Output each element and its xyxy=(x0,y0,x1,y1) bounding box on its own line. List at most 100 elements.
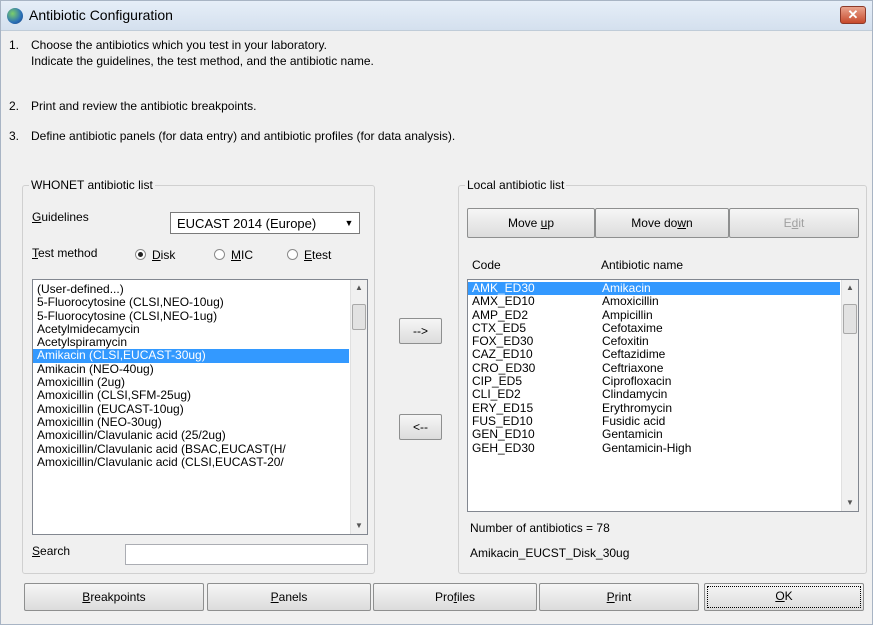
list-item[interactable]: Amoxicillin/Clavulanic acid (BSAC,EUCAST… xyxy=(33,443,349,456)
name-cell: Erythromycin xyxy=(602,400,673,415)
code-cell: AMP_ED2 xyxy=(472,307,529,322)
radio-dot-icon xyxy=(214,249,225,260)
radio-mic[interactable]: MIC xyxy=(214,248,253,262)
name-column-header: Antibiotic name xyxy=(601,258,684,272)
list-item[interactable]: Amoxicillin/Clavulanic acid (25/2ug) xyxy=(33,429,349,442)
code-cell: ERY_ED15 xyxy=(472,400,534,415)
edit-button[interactable]: Edit xyxy=(729,208,859,238)
guidelines-label: Guidelines xyxy=(32,210,89,224)
step-3: 3. Define antibiotic panels (for data en… xyxy=(9,129,809,145)
code-cell: CRO_ED30 xyxy=(472,360,536,375)
list-item[interactable]: Amoxicillin (2ug) xyxy=(33,376,349,389)
title-bar[interactable]: Antibiotic Configuration ✕ xyxy=(1,1,872,31)
whonet-list-scrollbar[interactable]: ▲ ▼ xyxy=(350,280,367,534)
name-cell: Gentamicin-High xyxy=(602,440,692,455)
code-cell: AMX_ED10 xyxy=(472,294,535,309)
scroll-up-icon[interactable]: ▲ xyxy=(351,280,367,296)
name-cell: Ceftriaxone xyxy=(602,360,664,375)
search-input[interactable] xyxy=(125,544,368,565)
name-cell: Cefotaxime xyxy=(602,320,663,335)
name-cell: Cefoxitin xyxy=(602,334,649,349)
radio-dot-icon xyxy=(135,249,146,260)
table-row[interactable]: FUS_ED10 Fusidic acid xyxy=(468,413,840,428)
scroll-thumb[interactable] xyxy=(843,304,857,334)
table-row[interactable]: AMX_ED10 Amoxicillin xyxy=(468,294,840,309)
radio-etest[interactable]: Etest xyxy=(287,248,331,262)
guidelines-value: EUCAST 2014 (Europe) xyxy=(177,216,317,231)
list-item[interactable]: Amoxicillin (CLSI,SFM-25ug) xyxy=(33,389,349,402)
whonet-antibiotic-list[interactable]: (User-defined...) 5-Fluorocytosine (CLSI,… xyxy=(32,279,368,535)
table-row[interactable]: FOX_ED30 Cefoxitin xyxy=(468,334,840,349)
code-cell: GEN_ED10 xyxy=(472,427,535,442)
name-cell: Clindamycin xyxy=(602,387,668,402)
list-item[interactable]: Amikacin (NEO-40ug) xyxy=(33,363,349,376)
list-item[interactable]: Acetylmidecamycin xyxy=(33,323,349,336)
table-row[interactable]: AMP_ED2 Ampicillin xyxy=(468,307,840,322)
table-row[interactable]: CAZ_ED10 Ceftazidime xyxy=(468,347,840,362)
code-cell: GEH_ED30 xyxy=(472,440,535,455)
code-cell: FUS_ED10 xyxy=(472,413,533,428)
list-item[interactable]: (User-defined...) xyxy=(33,283,349,296)
code-cell: CAZ_ED10 xyxy=(472,347,533,362)
code-cell: AMK_ED30 xyxy=(472,281,535,295)
table-row[interactable]: CTX_ED5 Cefotaxime xyxy=(468,320,840,335)
group-label: Local antibiotic list xyxy=(465,178,567,192)
name-cell: Gentamicin xyxy=(602,427,663,442)
list-item[interactable]: Amoxicillin (NEO-30ug) xyxy=(33,416,349,429)
code-cell: CTX_ED5 xyxy=(472,320,527,335)
table-row[interactable]: ERY_ED15 Erythromycin xyxy=(468,400,840,415)
group-label: WHONET antibiotic list xyxy=(29,178,155,192)
search-label: Search xyxy=(32,544,71,558)
table-row[interactable]: GEH_ED30 Gentamicin-High xyxy=(468,440,840,455)
table-row[interactable]: CLI_ED2 Clindamycin xyxy=(468,387,840,402)
step-number: 3. xyxy=(9,129,20,143)
antibiotic-count: Number of antibiotics = 78 xyxy=(470,521,610,535)
scroll-up-icon[interactable]: ▲ xyxy=(842,280,858,296)
breakpoints-button[interactable]: Breakpoints xyxy=(24,583,204,611)
list-item[interactable]: Amoxicillin (EUCAST-10ug) xyxy=(33,403,349,416)
list-item[interactable]: 5-Fluorocytosine (CLSI,NEO-10ug) xyxy=(33,296,349,309)
list-item[interactable]: Amikacin (CLSI,EUCAST-30ug) xyxy=(33,349,349,363)
name-cell: Ampicillin xyxy=(602,307,653,322)
test-method-label: Test method xyxy=(32,246,98,260)
code-cell: CLI_ED2 xyxy=(472,387,521,402)
panels-button[interactable]: Panels xyxy=(207,583,371,611)
chevron-down-icon[interactable]: ▼ xyxy=(341,215,357,231)
profiles-button[interactable]: Profiles xyxy=(373,583,537,611)
table-row[interactable]: AMK_ED30 Amikacin xyxy=(468,281,840,296)
scroll-down-icon[interactable]: ▼ xyxy=(351,518,367,534)
scroll-down-icon[interactable]: ▼ xyxy=(842,495,858,511)
print-button[interactable]: Print xyxy=(539,583,699,611)
close-button[interactable]: ✕ xyxy=(840,6,866,24)
name-cell: Ceftazidime xyxy=(602,347,666,362)
selected-antibiotic-desc: Amikacin_EUCST_Disk_30ug xyxy=(470,546,630,560)
step-text: Indicate the guidelines, the test method… xyxy=(31,54,374,68)
move-down-button[interactable]: Move down xyxy=(595,208,729,238)
move-up-button[interactable]: Move up xyxy=(467,208,595,238)
local-antibiotic-list[interactable]: AMK_ED30 Amikacin AMX_ED10 Amoxicillin AMP_E… xyxy=(467,279,859,512)
code-column-header: Code xyxy=(472,258,501,272)
antibiotic-config-window: Antibiotic Configuration ✕ 1. Choose the… xyxy=(0,0,873,625)
table-row[interactable]: CRO_ED30 Ceftriaxone xyxy=(468,360,840,375)
code-cell: FOX_ED30 xyxy=(472,334,534,349)
list-item[interactable]: 5-Fluorocytosine (CLSI,NEO-1ug) xyxy=(33,310,349,323)
add-antibiotic-button[interactable]: --> xyxy=(399,318,442,344)
name-cell: Amoxicillin xyxy=(602,294,659,309)
local-list-scrollbar[interactable]: ▲ ▼ xyxy=(841,280,858,511)
guidelines-select[interactable]: EUCAST 2014 (Europe) ▼ xyxy=(170,212,360,234)
name-cell: Ciprofloxacin xyxy=(602,374,672,389)
radio-dot-icon xyxy=(287,249,298,260)
globe-icon xyxy=(7,8,23,24)
list-item[interactable]: Acetylspiramycin xyxy=(33,336,349,349)
step-text: Print and review the antibiotic breakpoi… xyxy=(31,99,257,113)
table-row[interactable]: GEN_ED10 Gentamicin xyxy=(468,427,840,442)
list-item[interactable]: Amoxicillin/Clavulanic acid (CLSI,EUCAST… xyxy=(33,456,349,469)
step-2: 2. Print and review the antibiotic break… xyxy=(9,99,809,115)
name-cell: Fusidic acid xyxy=(602,413,666,428)
code-cell: CIP_ED5 xyxy=(472,374,523,389)
radio-disk[interactable]: Disk xyxy=(135,248,175,262)
remove-antibiotic-button[interactable]: <-- xyxy=(399,414,442,440)
scroll-thumb[interactable] xyxy=(352,304,366,330)
ok-button[interactable]: OK xyxy=(704,583,864,611)
table-row[interactable]: CIP_ED5 Ciprofloxacin xyxy=(468,374,840,389)
